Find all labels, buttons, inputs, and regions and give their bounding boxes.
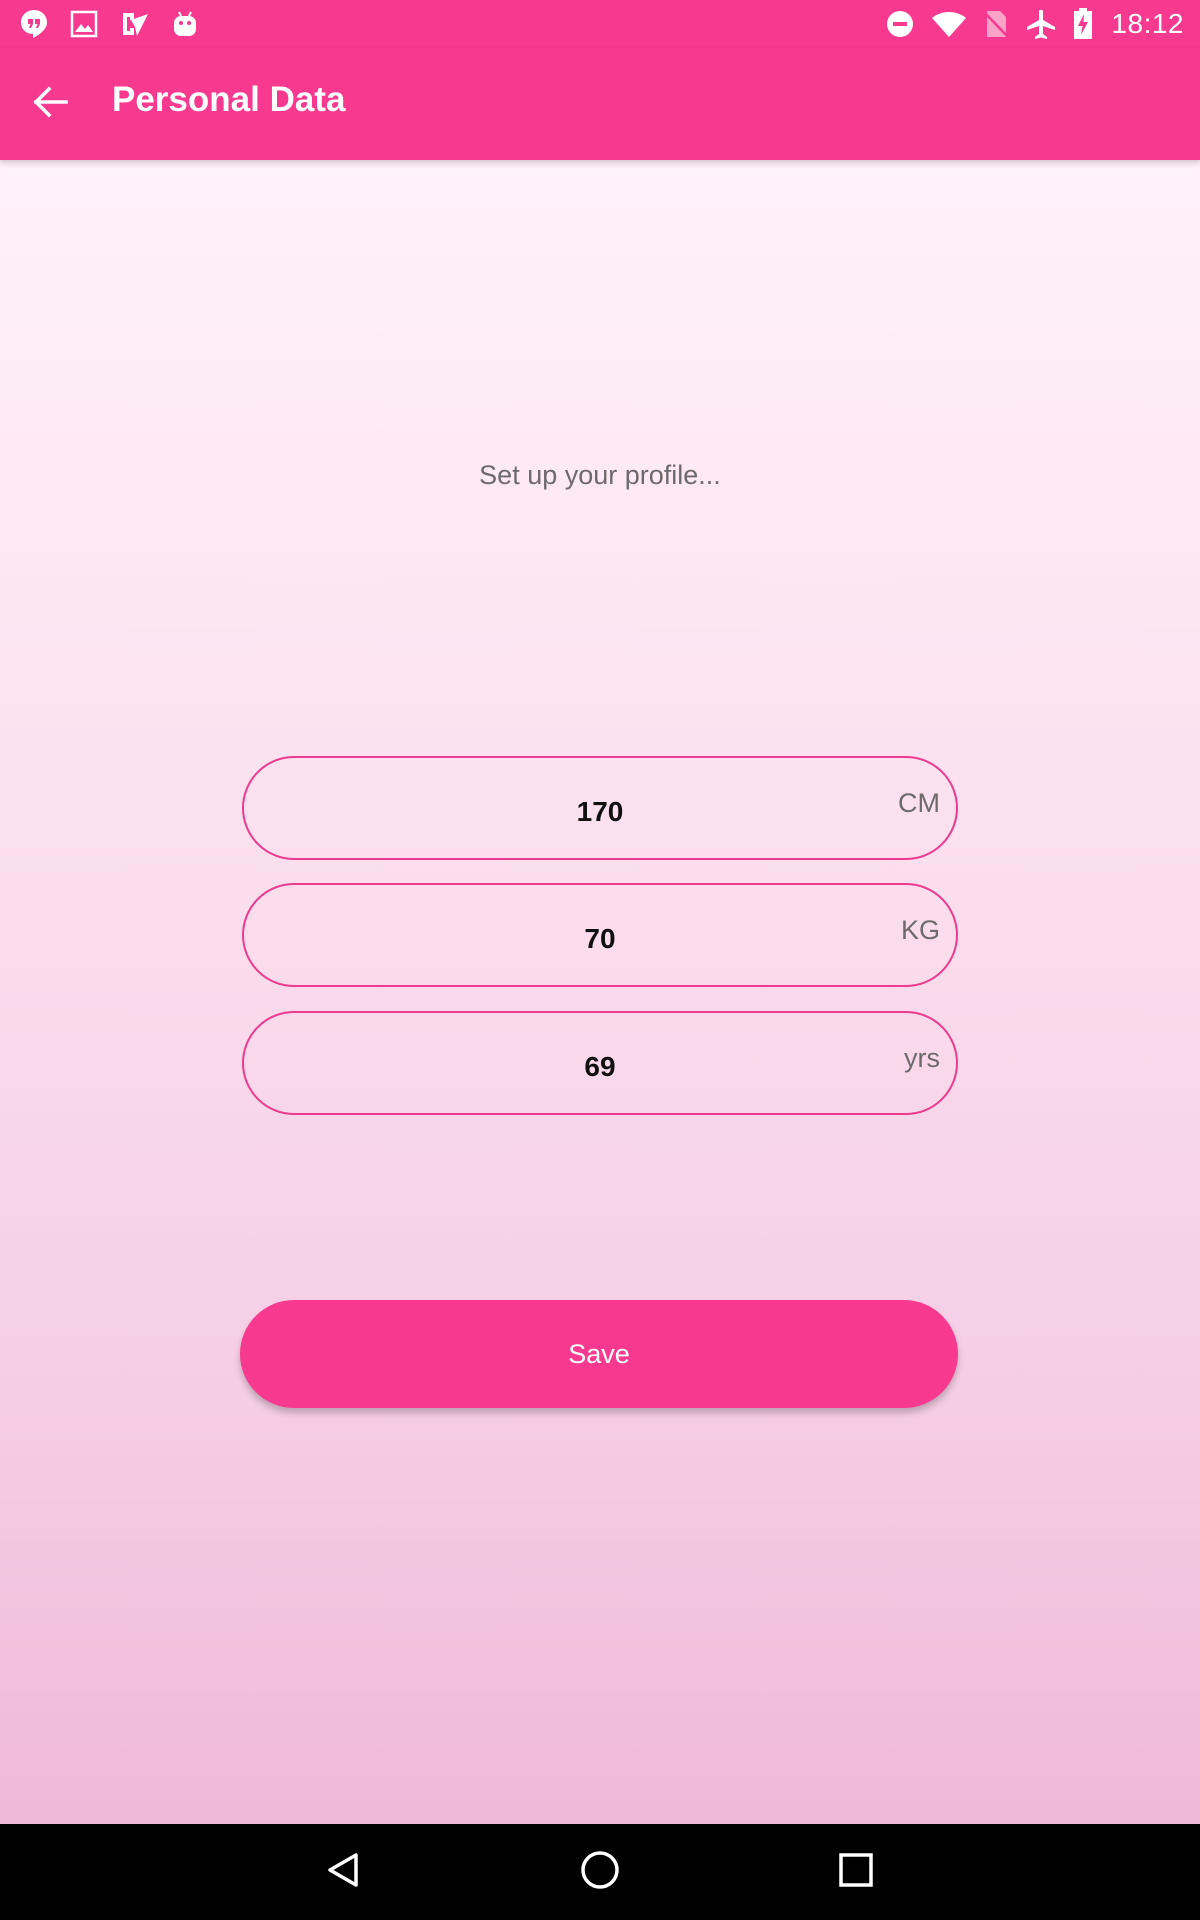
weight-input[interactable] bbox=[244, 885, 956, 985]
image-icon bbox=[70, 10, 98, 38]
no-sim-icon bbox=[983, 9, 1010, 39]
weight-field[interactable]: KG bbox=[242, 883, 958, 987]
system-icons: 18:12 bbox=[885, 6, 1184, 42]
do-not-disturb-icon bbox=[885, 9, 915, 39]
main-content: Set up your profile... CM KG yrs Save bbox=[0, 160, 1200, 1824]
hangouts-icon bbox=[20, 9, 48, 39]
status-bar: 18:12 bbox=[0, 0, 1200, 48]
age-unit-label: yrs bbox=[904, 1043, 940, 1073]
battery-charging-icon bbox=[1073, 8, 1093, 40]
airplane-mode-icon bbox=[1025, 8, 1057, 40]
height-field[interactable]: CM bbox=[242, 756, 958, 860]
weight-unit-label: KG bbox=[900, 915, 940, 945]
height-unit-label: CM bbox=[898, 788, 940, 818]
screen: 18:12 Personal Data Set up your profile.… bbox=[0, 0, 1200, 1920]
wifi-icon bbox=[931, 10, 967, 38]
age-field[interactable]: yrs bbox=[242, 1011, 958, 1115]
notification-icons bbox=[20, 8, 198, 40]
page-title: Personal Data bbox=[112, 80, 346, 119]
back-button[interactable] bbox=[22, 76, 78, 132]
nav-back-button[interactable] bbox=[312, 1840, 376, 1904]
save-button[interactable]: Save bbox=[240, 1300, 958, 1408]
app-bar: Personal Data bbox=[0, 48, 1200, 160]
nav-recents-button[interactable] bbox=[824, 1840, 888, 1904]
recents-square-icon bbox=[836, 1850, 876, 1895]
profile-subtitle: Set up your profile... bbox=[479, 460, 721, 490]
play-store-icon bbox=[120, 10, 150, 38]
navigation-bar bbox=[0, 1824, 1200, 1920]
height-input[interactable] bbox=[244, 758, 956, 858]
age-input[interactable] bbox=[244, 1013, 956, 1113]
nav-home-button[interactable] bbox=[568, 1840, 632, 1904]
status-clock: 18:12 bbox=[1111, 8, 1184, 39]
arrow-back-icon bbox=[32, 86, 68, 123]
android-icon bbox=[172, 10, 198, 38]
back-triangle-icon bbox=[324, 1850, 364, 1895]
home-circle-icon bbox=[579, 1849, 621, 1896]
